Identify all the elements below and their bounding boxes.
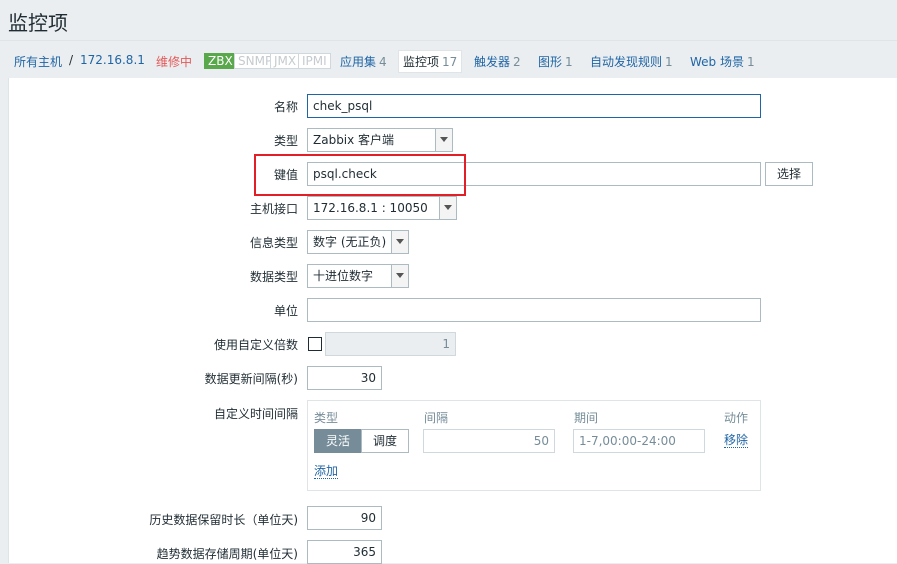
- flex-interval-header: 间隔: [424, 411, 449, 425]
- zbx-badge: ZBX: [204, 53, 237, 69]
- chevron-down-icon: [391, 265, 408, 287]
- breadcrumb-host[interactable]: 172.16.8.1: [80, 53, 145, 67]
- tab-graphs-label: 图形: [538, 55, 563, 69]
- flex-add-link[interactable]: 添加: [314, 464, 339, 479]
- breadcrumb-all-hosts[interactable]: 所有主机: [14, 53, 62, 70]
- breadcrumb-separator: /: [69, 53, 74, 67]
- delay-label: 数据更新间隔(秒): [204, 372, 298, 386]
- flex-period-header: 期间: [574, 411, 599, 425]
- type-select[interactable]: Zabbix 客户端: [307, 128, 453, 152]
- tab-items-label: 监控项: [403, 55, 440, 69]
- flex-interval-input[interactable]: 50: [423, 429, 555, 453]
- tab-items[interactable]: 监控项 17: [398, 50, 463, 73]
- delay-input[interactable]: 30: [307, 366, 382, 390]
- ipmi-badge: IPMI: [298, 53, 331, 69]
- flex-type-header: 类型: [314, 411, 339, 425]
- flex-label: 自定义时间间隔: [213, 407, 298, 421]
- tab-graphs-count: 1: [565, 55, 573, 69]
- tab-discovery-rules[interactable]: 自动发现规则 1: [590, 53, 673, 70]
- flex-type-scheduling[interactable]: 调度: [361, 429, 409, 453]
- tab-discovery-count: 1: [665, 55, 673, 69]
- type-select-value: Zabbix 客户端: [313, 133, 395, 147]
- jmx-badge: JMX: [270, 53, 301, 69]
- tab-web-count: 1: [746, 55, 755, 69]
- multiplier-label: 使用自定义倍数: [213, 338, 298, 352]
- interface-select-value: 172.16.8.1 : 10050: [313, 201, 428, 215]
- select-key-button[interactable]: 选择: [765, 162, 813, 186]
- breadcrumb: 所有主机 / 172.16.8.1 维修中 ZBX SNMP JMX IPMI …: [0, 40, 897, 79]
- trends-input[interactable]: 365: [307, 540, 382, 564]
- page-title: 监控项: [8, 11, 68, 35]
- tab-discovery-label: 自动发现规则: [590, 55, 663, 69]
- chevron-down-icon: [439, 197, 456, 219]
- tab-items-count: 17: [442, 55, 458, 69]
- trends-label: 趋势数据存储周期(单位天): [156, 547, 298, 561]
- chevron-down-icon: [435, 129, 452, 151]
- title-bar: 监控项: [0, 0, 897, 40]
- info-type-select-value: 数字 (无正负): [313, 235, 387, 249]
- item-form: 名称 chek_psql 类型 Zabbix 客户端 键值 psql.check…: [8, 78, 897, 564]
- multiplier-input[interactable]: 1: [325, 332, 456, 356]
- info-type-select[interactable]: 数字 (无正负): [307, 230, 409, 254]
- flex-period-input[interactable]: 1-7,00:00-24:00: [573, 429, 705, 453]
- tab-triggers-count: 2: [513, 55, 521, 69]
- maintenance-status: 维修中: [156, 55, 193, 69]
- interface-select[interactable]: 172.16.8.1 : 10050: [307, 196, 457, 220]
- interface-label: 主机接口: [249, 202, 298, 216]
- tab-web-label: Web 场景: [690, 55, 744, 69]
- chevron-down-icon: [391, 231, 408, 253]
- tab-applications[interactable]: 应用集 4: [340, 53, 387, 70]
- name-input[interactable]: chek_psql: [307, 94, 761, 118]
- flex-action-header: 动作: [724, 411, 749, 425]
- units-input[interactable]: [307, 298, 761, 322]
- tab-applications-label: 应用集: [340, 55, 377, 69]
- history-input[interactable]: 90: [307, 506, 382, 530]
- type-label: 类型: [273, 134, 298, 148]
- history-label: 历史数据保留时长（单位天): [149, 513, 298, 527]
- multiplier-checkbox[interactable]: [308, 337, 322, 351]
- flex-intervals-table: 类型 间隔 期间 动作 灵活 调度 50 1-7,00:00-24:00 移除 …: [307, 400, 761, 491]
- info-type-label: 信息类型: [249, 236, 298, 250]
- tab-applications-count: 4: [379, 55, 387, 69]
- data-type-label: 数据类型: [249, 270, 298, 284]
- flex-remove-link[interactable]: 移除: [724, 433, 749, 448]
- units-label: 单位: [273, 304, 298, 318]
- tab-triggers[interactable]: 触发器 2: [474, 53, 521, 70]
- flex-type-flexible[interactable]: 灵活: [314, 429, 362, 453]
- data-type-select-value: 十进位数字: [313, 269, 374, 283]
- data-type-select[interactable]: 十进位数字: [307, 264, 409, 288]
- name-label: 名称: [273, 100, 298, 114]
- tab-web-scenarios[interactable]: Web 场景 1: [690, 53, 755, 70]
- tab-graphs[interactable]: 图形 1: [538, 53, 573, 70]
- tab-triggers-label: 触发器: [474, 55, 511, 69]
- key-highlight-box: [254, 154, 466, 196]
